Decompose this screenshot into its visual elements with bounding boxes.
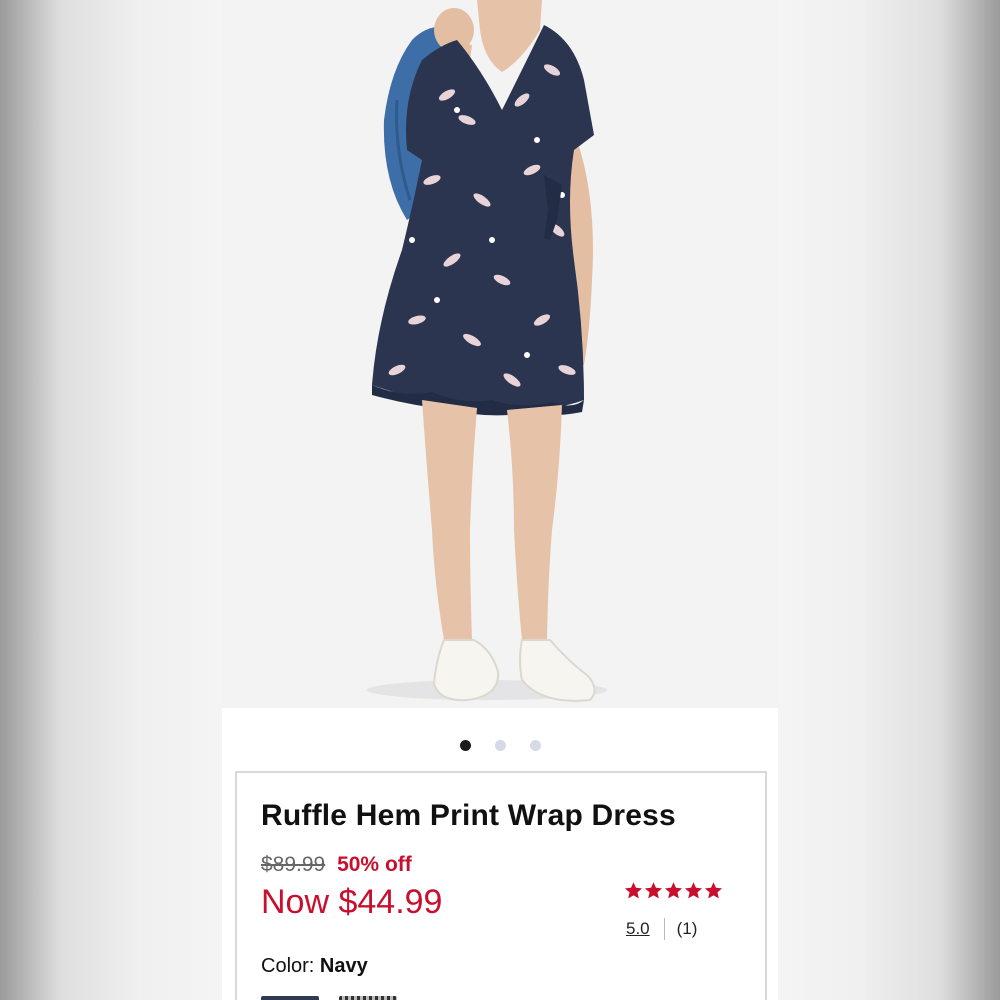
color-swatch-alt[interactable] (339, 996, 397, 1000)
color-value: Navy (319, 955, 368, 977)
rating-value-link[interactable]: 5.0 (626, 919, 650, 939)
star-rating[interactable] (624, 881, 723, 900)
product-info-card: Ruffle Hem Print Wrap Dress $89.99 50% o… (235, 771, 767, 1000)
price-row: $89.99 50% off (261, 853, 412, 877)
color-selector-label: Color: Navy (261, 955, 368, 978)
pagination-dot-3[interactable] (529, 740, 541, 751)
color-label: Color: (261, 955, 320, 977)
pagination-dot-2[interactable] (494, 740, 506, 751)
star-icon (704, 882, 723, 899)
pagination-dot-1[interactable] (459, 740, 471, 751)
color-swatch-navy[interactable] (261, 996, 319, 1000)
image-pagination (222, 740, 778, 751)
product-title: Ruffle Hem Print Wrap Dress (261, 799, 676, 832)
background-right (778, 0, 1000, 1000)
star-icon (644, 882, 663, 899)
product-page: Ruffle Hem Print Wrap Dress $89.99 50% o… (222, 0, 778, 1000)
rating-divider (663, 918, 665, 940)
sale-price: Now $44.99 (261, 883, 443, 921)
star-icon (684, 882, 703, 899)
product-image[interactable] (222, 0, 778, 708)
original-price: $89.99 (261, 853, 326, 876)
review-count[interactable]: (1) (677, 919, 698, 939)
discount-badge: 50% off (337, 853, 412, 876)
star-icon (664, 882, 683, 899)
rating-summary: 5.0 (1) (626, 918, 697, 940)
star-icon (624, 882, 643, 899)
